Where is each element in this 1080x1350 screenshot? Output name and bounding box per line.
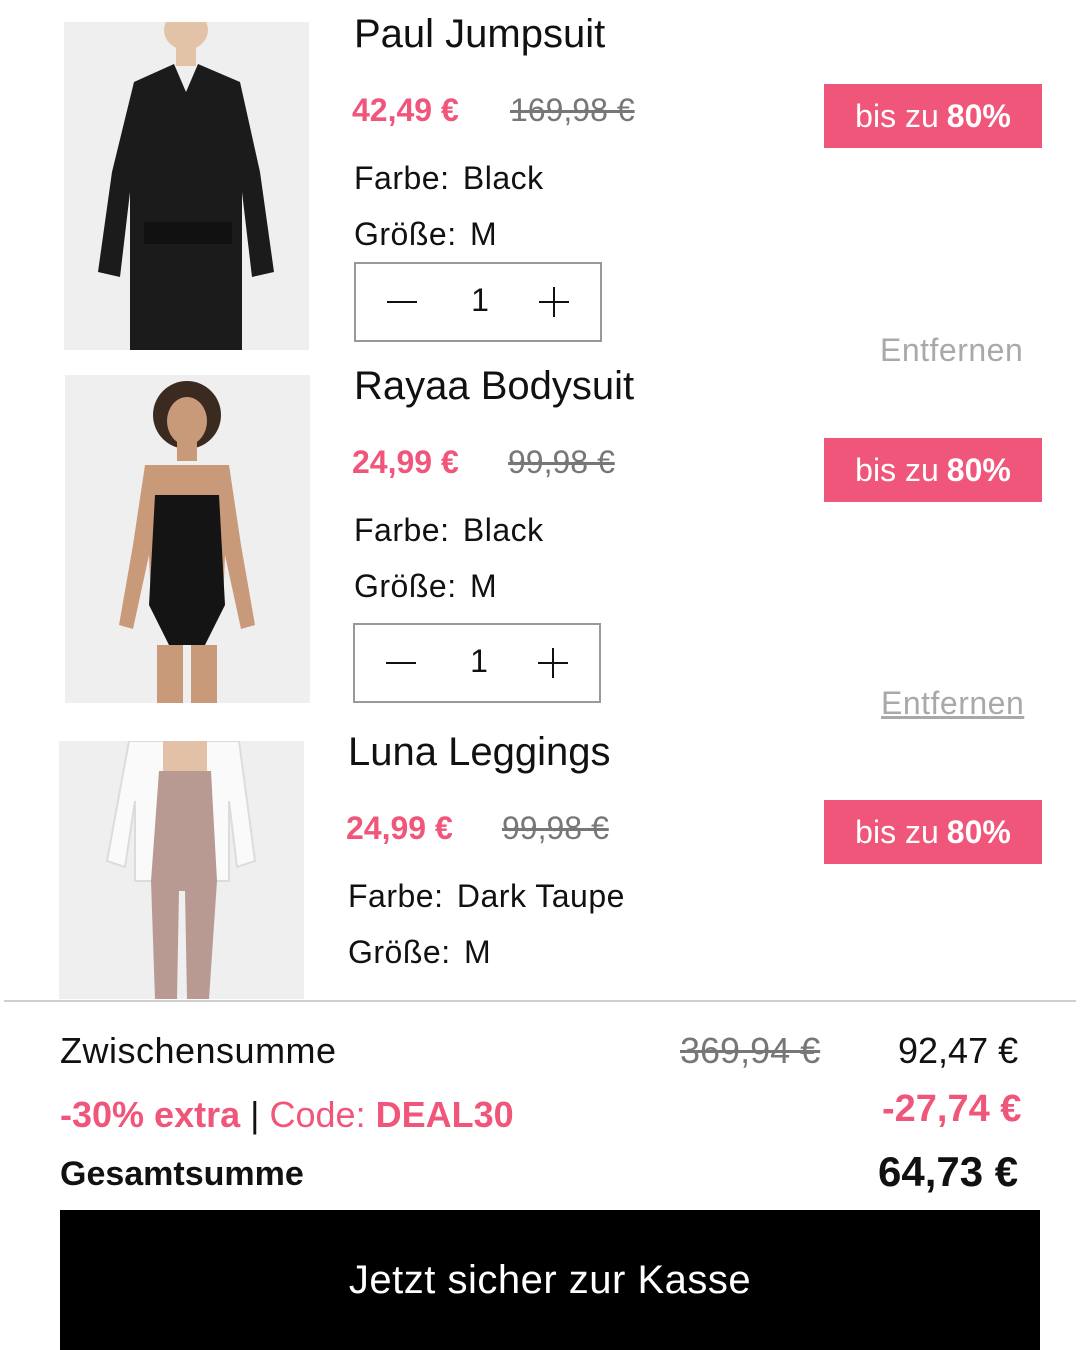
- product-image[interactable]: [64, 22, 309, 350]
- product-name[interactable]: Luna Leggings: [348, 730, 610, 775]
- color-label: Farbe:: [354, 512, 450, 548]
- discount-badge: bis zu 80%: [824, 438, 1042, 502]
- subtotal-original: 369,94 €: [680, 1030, 821, 1071]
- total-label: Gesamtsumme: [60, 1155, 304, 1193]
- plus-icon[interactable]: [526, 274, 582, 330]
- badge-value: 80%: [946, 97, 1011, 134]
- discount-label: -30% extra | Code: DEAL30: [60, 1094, 514, 1136]
- sale-price: 42,49 €: [352, 92, 459, 128]
- badge-value: 80%: [946, 451, 1011, 488]
- product-image[interactable]: [65, 375, 310, 703]
- badge-prefix: bis zu: [855, 451, 939, 488]
- sale-price: 24,99 €: [346, 810, 453, 846]
- badge-prefix: bis zu: [855, 813, 939, 850]
- summary-divider: [4, 1000, 1076, 1002]
- plus-icon[interactable]: [525, 635, 581, 691]
- minus-icon[interactable]: [373, 635, 429, 691]
- subtotal-label: Zwischensumme: [60, 1030, 337, 1071]
- checkout-button[interactable]: Jetzt sicher zur Kasse: [60, 1210, 1040, 1350]
- discount-value: -27,74 €: [882, 1088, 1022, 1130]
- size-attribute: Größe: M: [354, 568, 497, 605]
- product-image[interactable]: [59, 741, 304, 999]
- color-attribute: Farbe: Dark Taupe: [348, 878, 625, 915]
- discount-separator: |: [250, 1094, 260, 1135]
- discount-highlight: -30% extra: [60, 1094, 241, 1135]
- remove-link[interactable]: Entfernen: [880, 332, 1023, 369]
- color-label: Farbe:: [354, 160, 450, 196]
- color-attribute: Farbe: Black: [354, 512, 544, 549]
- discount-badge: bis zu 80%: [824, 84, 1042, 148]
- size-value: M: [469, 216, 498, 252]
- sale-price: 24,99 €: [352, 444, 459, 480]
- color-value: Black: [462, 160, 544, 196]
- color-value: Black: [462, 512, 544, 548]
- size-value: M: [463, 934, 492, 970]
- subtotal-value: 92,47 €: [898, 1030, 1019, 1071]
- size-value: M: [469, 568, 498, 604]
- quantity-stepper: 1: [354, 262, 602, 342]
- original-price: 99,98 €: [502, 810, 609, 846]
- color-attribute: Farbe: Black: [354, 160, 544, 197]
- size-label: Größe:: [348, 934, 451, 970]
- discount-code: DEAL30: [375, 1094, 514, 1135]
- size-attribute: Größe: M: [354, 216, 497, 253]
- discount-code-label: Code:: [269, 1094, 366, 1135]
- quantity-value[interactable]: 1: [455, 643, 503, 680]
- total-value: 64,73 €: [878, 1148, 1019, 1195]
- quantity-stepper: 1: [353, 623, 601, 703]
- color-label: Farbe:: [348, 878, 444, 914]
- original-price: 169,98 €: [510, 92, 635, 128]
- badge-prefix: bis zu: [855, 97, 939, 134]
- badge-value: 80%: [946, 813, 1011, 850]
- color-value: Dark Taupe: [456, 878, 625, 914]
- size-label: Größe:: [354, 568, 457, 604]
- product-name[interactable]: Rayaa Bodysuit: [354, 364, 634, 409]
- size-attribute: Größe: M: [348, 934, 491, 971]
- original-price: 99,98 €: [508, 444, 615, 480]
- size-label: Größe:: [354, 216, 457, 252]
- product-name[interactable]: Paul Jumpsuit: [354, 12, 605, 57]
- quantity-value[interactable]: 1: [456, 282, 504, 319]
- remove-link[interactable]: Entfernen: [881, 685, 1024, 722]
- discount-badge: bis zu 80%: [824, 800, 1042, 864]
- minus-icon[interactable]: [374, 274, 430, 330]
